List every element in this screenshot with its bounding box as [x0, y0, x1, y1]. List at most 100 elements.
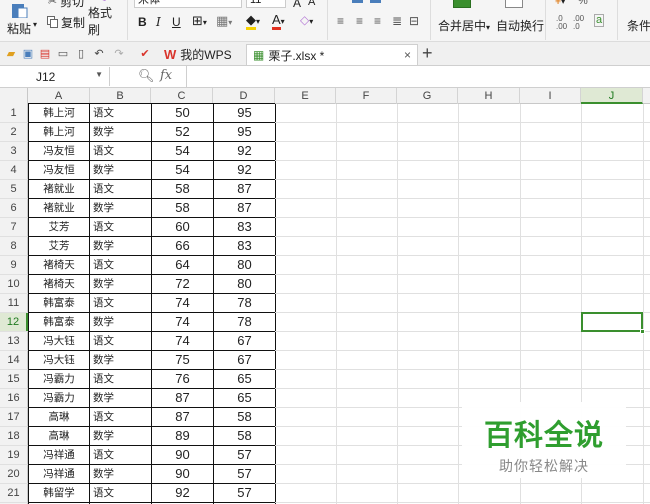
align-top-icon[interactable]: ▬ — [352, 0, 363, 6]
score-c-cell[interactable]: 74 — [152, 294, 213, 312]
name-cell[interactable]: 褚就业 — [29, 180, 89, 198]
row-header[interactable]: 15 — [0, 370, 28, 388]
subject-cell[interactable]: 语文 — [91, 256, 151, 274]
score-d-cell[interactable]: 57 — [214, 446, 275, 464]
currency-icon[interactable]: ¥▾ — [555, 0, 565, 7]
justify-button[interactable]: ≣ — [392, 14, 402, 28]
column-header-f[interactable]: F — [336, 88, 397, 104]
auto-wrap-icon[interactable] — [505, 0, 523, 8]
subject-cell[interactable]: 语文 — [91, 446, 151, 464]
subject-cell[interactable]: 语文 — [91, 408, 151, 426]
column-header-e[interactable]: E — [275, 88, 336, 104]
row-header[interactable]: 8 — [0, 237, 28, 255]
row-header[interactable]: 10 — [0, 275, 28, 293]
fill-style-button[interactable]: ▦▾ — [216, 13, 232, 29]
score-c-cell[interactable]: 76 — [152, 370, 213, 388]
name-cell[interactable]: 韩留学 — [29, 484, 89, 502]
subject-cell[interactable]: 数学 — [91, 313, 151, 331]
subject-cell[interactable]: 数学 — [91, 465, 151, 483]
row-header[interactable]: 11 — [0, 294, 28, 312]
subject-cell[interactable]: 语文 — [91, 218, 151, 236]
row-header[interactable]: 7 — [0, 218, 28, 236]
magnifier-icon[interactable]: 🔍︎ — [138, 68, 155, 84]
column-header-g[interactable]: G — [397, 88, 458, 104]
export-pdf-icon[interactable]: ▤ — [38, 46, 52, 60]
redo-icon[interactable]: ↷ — [112, 46, 126, 60]
score-d-cell[interactable]: 65 — [214, 370, 275, 388]
name-box-dropdown-icon[interactable]: ▼ — [95, 70, 103, 79]
bold-button[interactable]: B — [138, 15, 147, 29]
subject-cell[interactable]: 语文 — [91, 104, 151, 122]
score-d-cell[interactable]: 65 — [214, 389, 275, 407]
score-d-cell[interactable]: 80 — [214, 256, 275, 274]
score-c-cell[interactable]: 75 — [152, 351, 213, 369]
subject-cell[interactable]: 数学 — [91, 351, 151, 369]
name-cell[interactable]: 褚椅天 — [29, 275, 89, 293]
name-cell[interactable]: 冯祥通 — [29, 465, 89, 483]
score-c-cell[interactable]: 54 — [152, 161, 213, 179]
distributed-button[interactable]: ⊟ — [409, 14, 419, 28]
name-cell[interactable]: 韩富泰 — [29, 294, 89, 312]
score-c-cell[interactable]: 90 — [152, 465, 213, 483]
score-d-cell[interactable]: 57 — [214, 465, 275, 483]
name-cell[interactable]: 韩上河 — [29, 123, 89, 141]
name-cell[interactable]: 韩上河 — [29, 104, 89, 122]
auto-wrap-button[interactable]: 自动换行 — [496, 17, 544, 34]
merge-center-icon[interactable] — [453, 0, 471, 8]
column-header-d[interactable]: D — [213, 88, 275, 104]
open-folder-icon[interactable]: ▰ — [4, 46, 18, 60]
fill-color-button[interactable]: ◆▾ — [246, 12, 260, 30]
name-cell[interactable]: 冯友恒 — [29, 142, 89, 160]
score-c-cell[interactable]: 58 — [152, 180, 213, 198]
row-header[interactable]: 18 — [0, 427, 28, 445]
subject-cell[interactable]: 数学 — [91, 275, 151, 293]
tab-workbook-close-icon[interactable]: × — [404, 48, 411, 62]
merge-center-button[interactable]: 合并居中▾ — [438, 17, 490, 34]
select-all-corner[interactable] — [0, 88, 28, 104]
copy-button[interactable]: 复制 — [44, 13, 88, 31]
score-d-cell[interactable]: 95 — [214, 123, 275, 141]
name-cell[interactable]: 冯大钰 — [29, 351, 89, 369]
name-cell[interactable]: 韩富泰 — [29, 313, 89, 331]
column-header-b[interactable]: B — [90, 88, 151, 104]
clear-format-button[interactable]: ◇▾ — [300, 13, 313, 27]
shrink-font-button[interactable]: A — [308, 0, 315, 8]
print-icon[interactable]: ▭ — [56, 46, 70, 60]
row-header[interactable]: 3 — [0, 142, 28, 160]
font-color-button[interactable]: A▾ — [272, 12, 285, 30]
score-d-cell[interactable]: 83 — [214, 237, 275, 255]
column-header-c[interactable]: C — [151, 88, 213, 104]
score-c-cell[interactable]: 52 — [152, 123, 213, 141]
score-d-cell[interactable]: 87 — [214, 180, 275, 198]
name-cell[interactable]: 冯友恒 — [29, 161, 89, 179]
align-right-button[interactable]: ≡ — [374, 14, 381, 28]
row-header[interactable]: 4 — [0, 161, 28, 179]
column-header-i[interactable]: I — [520, 88, 581, 104]
increase-decimal-button[interactable]: .0.00 — [556, 15, 567, 31]
align-center-button[interactable]: ≡ — [356, 14, 363, 28]
score-c-cell[interactable]: 66 — [152, 237, 213, 255]
score-d-cell[interactable]: 67 — [214, 332, 275, 350]
score-d-cell[interactable]: 67 — [214, 351, 275, 369]
subject-cell[interactable]: 语文 — [91, 294, 151, 312]
subject-cell[interactable]: 数学 — [91, 123, 151, 141]
paste-dropdown-icon[interactable]: ▾ — [33, 20, 37, 29]
row-header[interactable]: 12 — [0, 313, 28, 331]
score-d-cell[interactable]: 78 — [214, 313, 275, 331]
score-c-cell[interactable]: 58 — [152, 199, 213, 217]
row-header[interactable]: 14 — [0, 351, 28, 369]
percent-icon[interactable]: % — [578, 0, 588, 7]
undo-icon[interactable]: ↶ — [92, 46, 106, 60]
subject-cell[interactable]: 语文 — [91, 332, 151, 350]
subject-cell[interactable]: 语文 — [91, 180, 151, 198]
customize-toolbar-icon[interactable]: ✔ — [138, 46, 152, 60]
name-cell[interactable]: 艾芳 — [29, 218, 89, 236]
name-cell[interactable]: 冯霸力 — [29, 370, 89, 388]
score-c-cell[interactable]: 90 — [152, 446, 213, 464]
score-d-cell[interactable]: 83 — [214, 218, 275, 236]
subject-cell[interactable]: 语文 — [91, 370, 151, 388]
column-header-j[interactable]: J — [581, 88, 643, 104]
subject-cell[interactable]: 数学 — [91, 389, 151, 407]
score-c-cell[interactable]: 72 — [152, 275, 213, 293]
score-c-cell[interactable]: 87 — [152, 389, 213, 407]
